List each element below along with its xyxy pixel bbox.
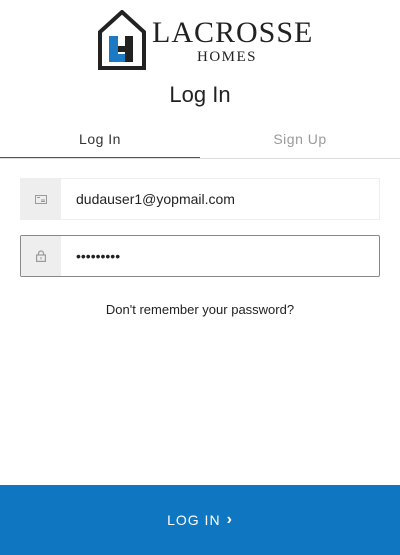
log-in-button[interactable]: LOG IN › [0,485,400,555]
forgot-password-link[interactable]: Don't remember your password? [0,302,400,317]
password-field[interactable] [20,235,380,277]
tab-log-in[interactable]: Log In [0,126,200,159]
envelope-icon [21,179,61,219]
chevron-right-icon: › [226,511,233,528]
tab-sign-up[interactable]: Sign Up [200,126,400,159]
brand-subtitle: HOMES [197,49,258,65]
auth-tabs: Log In Sign Up [0,126,400,159]
password-input[interactable] [76,236,366,276]
email-input[interactable] [76,179,366,219]
brand-logo: LACROSSE HOMES [97,10,312,70]
page-title: Log In [169,82,231,107]
house-lh-logo-icon [98,10,146,70]
tabs-divider [0,158,400,159]
email-field[interactable] [20,178,380,220]
brand-name: LACROSSE [152,16,314,49]
lock-icon [21,236,61,276]
log-in-button-label: LOG IN [167,512,221,528]
